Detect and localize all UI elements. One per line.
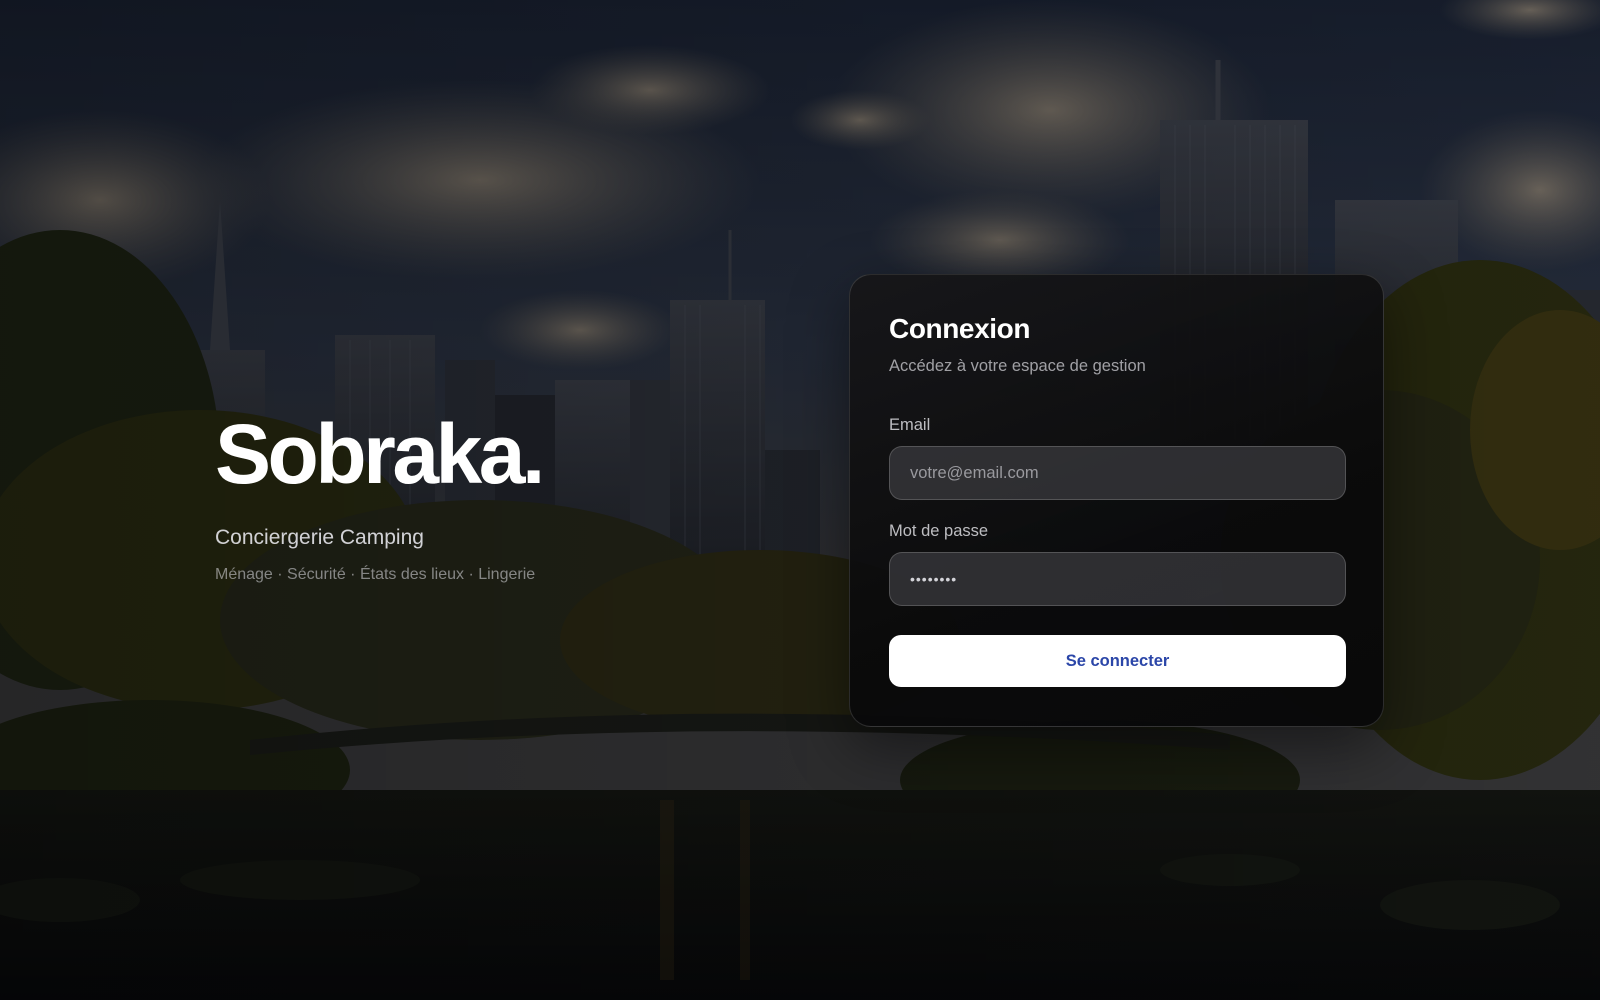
brand-tagline: Conciergerie Camping — [215, 526, 424, 549]
password-label: Mot de passe — [889, 522, 989, 540]
login-submit-button[interactable]: Se connecter — [889, 635, 1346, 687]
email-field[interactable]: votre@email.com — [889, 446, 1346, 500]
login-subtitle: Accédez à votre espace de gestion — [889, 357, 1146, 375]
password-field[interactable]: •••••••• — [889, 552, 1346, 606]
brand-logo-text: Sobraka. — [215, 407, 545, 501]
hero-section: Sobraka. Conciergerie Camping Ménage · S… — [215, 412, 775, 584]
login-card: Connexion Accédez à votre espace de gest… — [849, 274, 1384, 727]
login-title: Connexion — [889, 313, 1031, 344]
services-list: Ménage · Sécurité · États des lieux · Li… — [215, 566, 536, 583]
email-label: Email — [889, 416, 931, 434]
